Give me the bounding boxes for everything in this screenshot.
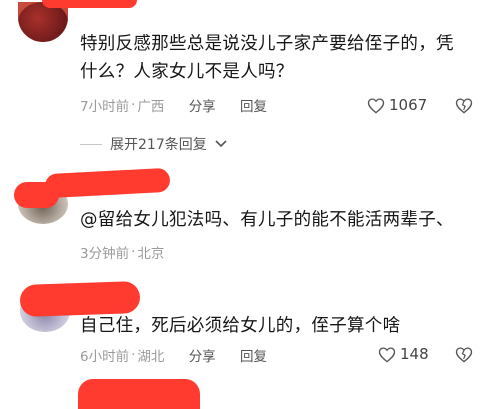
heart-outline-icon <box>367 97 385 114</box>
separator: · <box>131 97 136 113</box>
reply-button[interactable]: 回复 <box>240 99 267 115</box>
like-count: 148 <box>400 345 429 363</box>
comment-location: 广西 <box>137 99 165 115</box>
share-button[interactable]: 分享 <box>189 99 216 115</box>
reply-button[interactable]: 回复 <box>240 349 267 365</box>
comment-time: 7小时前 <box>80 99 130 115</box>
comment-text: 特别反感那些总是说没儿子家产要给侄子的，凭 什么？人家女儿不是人吗？ <box>80 30 454 86</box>
comment-text: 自己住，死后必须给女儿的，侄子算个啥 <box>80 312 400 340</box>
comment-text: @留给女儿犯法吗、有儿子的能不能活两辈子、 <box>80 206 454 234</box>
comment-meta: 7小时前 · 广西 分享 回复 <box>80 95 267 115</box>
separator: · <box>131 244 136 260</box>
separator: · <box>131 347 136 363</box>
comment-meta: 3分钟前 · 北京 <box>80 242 164 262</box>
heart-outline-icon <box>378 346 396 363</box>
comment-location: 湖北 <box>137 349 165 365</box>
chevron-down-icon <box>215 140 227 148</box>
avatar-image <box>18 2 68 42</box>
comment-time: 3分钟前 <box>80 246 130 262</box>
divider <box>80 143 102 145</box>
expand-replies-label: 展开217条回复 <box>110 137 207 153</box>
comment-location: 北京 <box>137 246 165 262</box>
comment-meta: 6小时前 · 湖北 分享 回复 <box>80 345 267 365</box>
broken-heart-icon[interactable] <box>455 346 473 363</box>
comment-text-line: @留给女儿犯法吗、有儿子的能不能活两辈子、 <box>80 210 454 230</box>
comment-text-line: 什么？人家女儿不是人吗？ <box>80 62 294 82</box>
redaction-mark <box>78 379 200 409</box>
comment-text-line: 自己住，死后必须给女儿的，侄子算个啥 <box>80 316 401 336</box>
like-button[interactable]: 1067 <box>367 96 427 114</box>
avatar[interactable] <box>18 2 68 42</box>
broken-heart-icon[interactable] <box>455 97 473 114</box>
share-button[interactable]: 分享 <box>189 349 216 365</box>
like-button[interactable]: 148 <box>378 345 429 363</box>
redaction-mark <box>44 167 171 199</box>
comment-text-line: 特别反感那些总是说没儿子家产要给侄子的，凭 <box>80 34 454 54</box>
like-count: 1067 <box>389 96 428 114</box>
redaction-mark <box>42 0 137 8</box>
comment-time: 6小时前 <box>80 349 130 365</box>
expand-replies-button[interactable]: 展开217条回复 <box>80 134 227 154</box>
